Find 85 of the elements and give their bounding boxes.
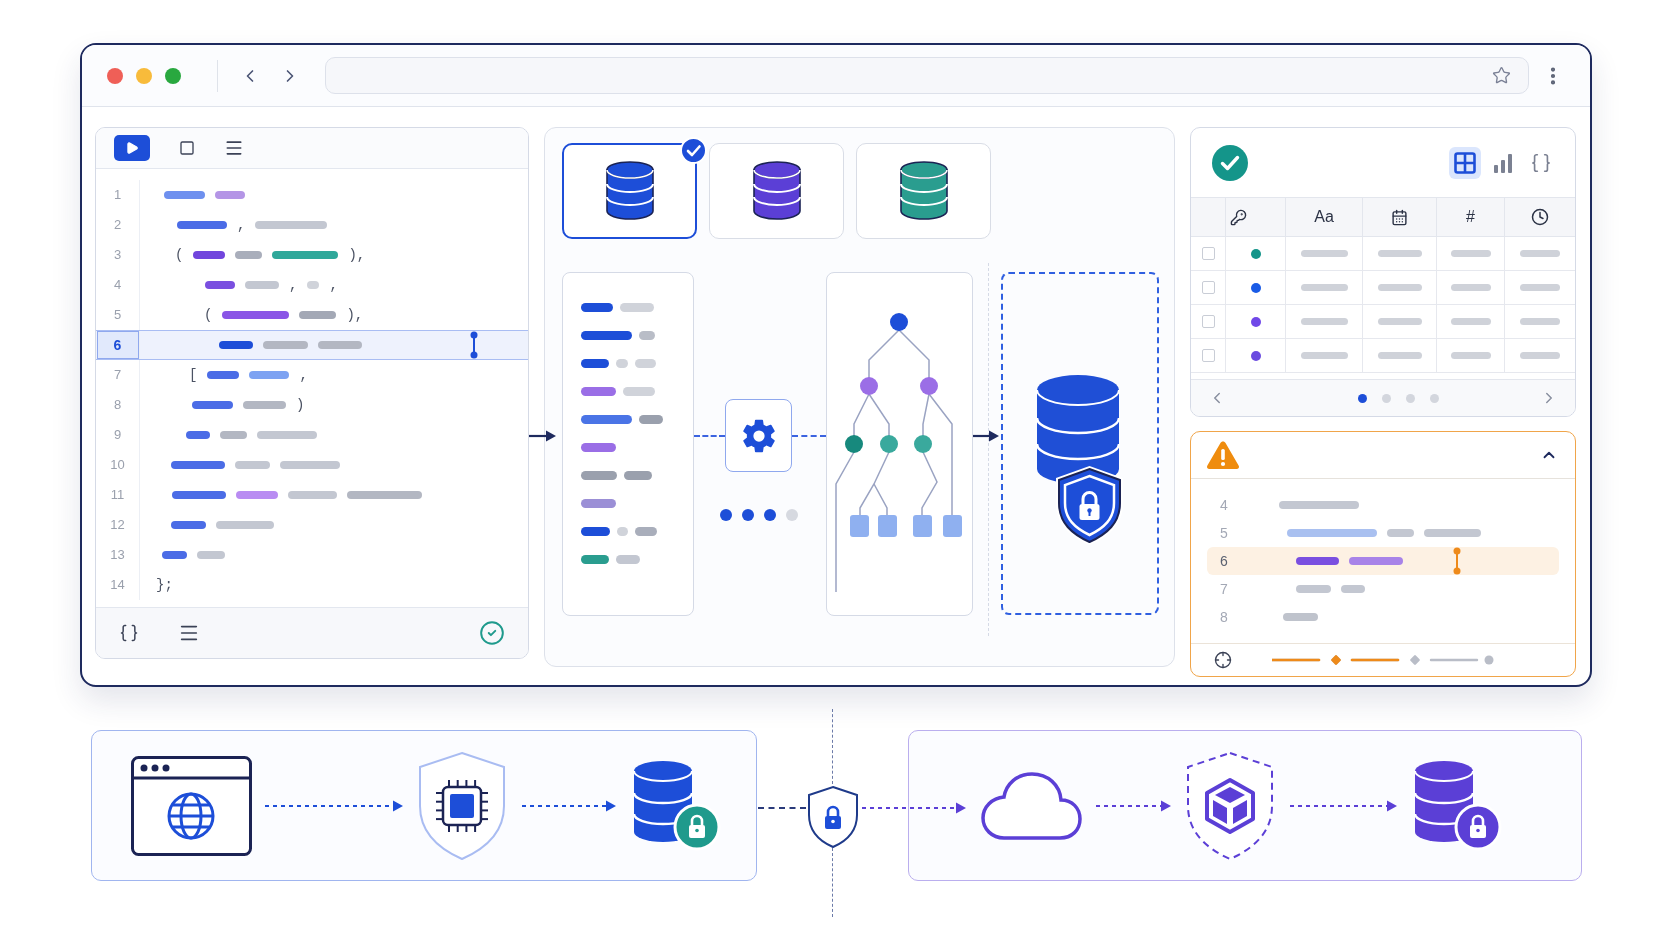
placeholder-bar (1300, 250, 1348, 257)
code-punctuation: , (299, 368, 308, 382)
placeholder-bar (1377, 318, 1422, 325)
code-punctuation: [ (189, 368, 198, 382)
column-header: # (1437, 198, 1505, 236)
text-cursor-icon (470, 331, 478, 359)
square-icon[interactable] (179, 140, 195, 156)
placeholder-bar (1520, 318, 1560, 325)
line-number: 2 (113, 216, 122, 235)
code-punctuation: ) (296, 398, 305, 412)
braces-icon (1530, 151, 1552, 174)
line-number: 4 (1219, 495, 1229, 515)
warning-icon (1206, 440, 1240, 470)
text-cursor-icon (1453, 547, 1461, 575)
placeholder-bar (1300, 318, 1348, 325)
cloud-icon (980, 770, 1083, 841)
code-punctuation: }; (156, 578, 173, 592)
code-punctuation: , (289, 278, 298, 292)
placeholder-bar (1300, 352, 1348, 359)
placeholder-bar (1520, 250, 1560, 257)
clock-icon (1531, 208, 1549, 226)
play-icon (125, 141, 139, 155)
database-shield-icon (1036, 374, 1124, 546)
checkbox[interactable] (1201, 315, 1215, 328)
crosshair-icon[interactable] (1214, 651, 1232, 669)
gear-node[interactable] (725, 399, 792, 472)
code-punctuation: ), (348, 248, 366, 262)
placeholder-bar (1520, 352, 1560, 359)
code-punctuation: ( (175, 248, 184, 262)
check-badge-icon (680, 137, 707, 164)
flow-arrow (529, 430, 556, 442)
browser-globe-icon (131, 755, 252, 856)
line-number: 7 (113, 366, 122, 385)
checkbox[interactable] (1201, 349, 1215, 362)
placeholder-bar (1520, 284, 1560, 291)
line-number: 8 (1219, 607, 1229, 627)
view-tab[interactable] (1449, 146, 1481, 179)
close-window-button[interactable] (107, 67, 123, 84)
placeholder-bar (1377, 250, 1422, 257)
line-number: 11 (110, 486, 125, 505)
code-punctuation: , (237, 218, 246, 232)
line-number: 6 (1219, 551, 1229, 571)
placeholder-bar (1377, 352, 1422, 359)
line-number: 1 (113, 186, 122, 205)
line-number: 9 (113, 426, 122, 445)
chip-shield-icon (417, 750, 507, 861)
placeholder-bar (1450, 284, 1491, 291)
line-number: 6 (96, 331, 139, 359)
bar-chart-icon (1493, 152, 1513, 173)
star-icon[interactable] (1492, 66, 1511, 85)
check-circle-icon (479, 620, 505, 646)
line-number: 14 (110, 576, 125, 595)
placeholder-bar (1450, 318, 1491, 325)
cube-shield-icon (1185, 750, 1275, 861)
braces-icon[interactable] (119, 623, 139, 643)
grid-icon (1454, 151, 1476, 174)
line-number: 10 (110, 456, 125, 475)
key-icon (1230, 208, 1247, 226)
play-button[interactable] (114, 135, 150, 161)
line-number: 7 (1219, 579, 1229, 599)
status-check-icon (1212, 144, 1248, 181)
placeholder-bar (1300, 284, 1348, 291)
zoom-window-button[interactable] (165, 67, 181, 84)
placeholder-bar (1377, 284, 1422, 291)
placeholder-bar (1450, 352, 1491, 359)
code-punctuation: ( (204, 308, 213, 322)
line-number: 5 (113, 306, 122, 325)
checkbox[interactable] (1201, 281, 1215, 294)
code-punctuation: , (329, 278, 338, 292)
settings-icon (740, 417, 777, 454)
placeholder-bar (1450, 250, 1491, 257)
line-number: 4 (113, 276, 122, 295)
shield-lock-icon (806, 784, 859, 849)
line-number: 8 (113, 396, 122, 415)
line-number: 5 (1219, 523, 1229, 543)
line-number: 13 (110, 546, 125, 565)
dotted-connector (758, 807, 806, 809)
line-number: 12 (110, 516, 125, 535)
flow-arrow (973, 430, 999, 442)
menu-icon[interactable] (224, 138, 244, 158)
checkbox[interactable] (1201, 247, 1215, 260)
line-number: 3 (113, 246, 122, 265)
calendar-icon (1391, 208, 1408, 226)
timeline-track[interactable] (1272, 654, 1494, 666)
code-punctuation: ), (346, 308, 364, 322)
